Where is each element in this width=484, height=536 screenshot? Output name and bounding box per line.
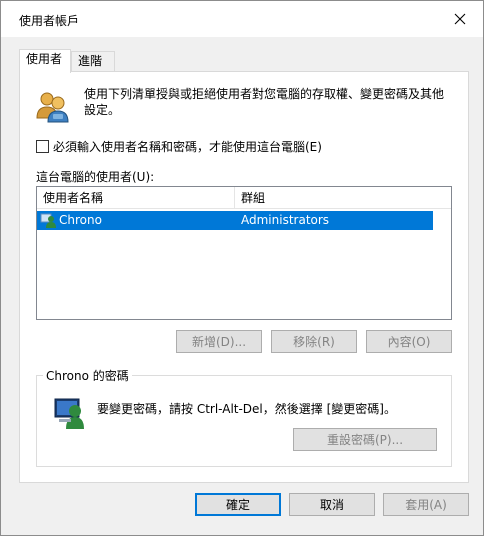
- user-row-name: Chrono: [59, 213, 102, 227]
- user-properties-button[interactable]: 內容(O): [366, 330, 452, 353]
- ok-button[interactable]: 確定: [195, 493, 281, 516]
- require-login-checkbox[interactable]: [36, 140, 49, 153]
- window-title: 使用者帳戶: [19, 14, 80, 28]
- password-group: Chrono 的密碼 要變更密碼，請按 Ctrl-Alt-Del，然後選擇 [變…: [36, 367, 452, 467]
- tab-users[interactable]: 使用者: [19, 49, 71, 73]
- column-header-username[interactable]: 使用者名稱: [37, 187, 235, 209]
- password-instructions: 要變更密碼，請按 Ctrl-Alt-Del，然後選擇 [變更密碼]。: [97, 402, 396, 416]
- user-accounts-window: 使用者帳戶 使用者 進階 使用下列清單授與或拒絕使用者對您電腦的存取權、變更密碼…: [0, 0, 484, 536]
- users-icon: [36, 92, 69, 123]
- apply-button[interactable]: 套用(A): [383, 493, 469, 516]
- password-group-title: Chrono 的密碼: [43, 367, 132, 384]
- require-login-label[interactable]: 必須輸入使用者名稱和密碼，才能使用這台電腦(E): [53, 138, 322, 155]
- user-row[interactable]: Chrono Administrators: [37, 211, 433, 230]
- remove-user-button[interactable]: 移除(R): [271, 330, 357, 353]
- close-button[interactable]: [437, 1, 483, 37]
- users-tab-panel: 使用下列清單授與或拒絕使用者對您電腦的存取權、變更密碼及其他設定。 必須輸入使用…: [19, 71, 469, 483]
- users-list-label: 這台電腦的使用者(U):: [36, 170, 155, 184]
- column-header-group[interactable]: 群組: [235, 187, 451, 209]
- require-login-row[interactable]: 必須輸入使用者名稱和密碼，才能使用這台電腦(E): [36, 138, 322, 155]
- user-row-group: Administrators: [241, 213, 330, 227]
- user-icon: [40, 213, 56, 228]
- users-list-header: 使用者名稱 群組: [37, 187, 451, 209]
- password-icon: [54, 398, 84, 429]
- users-list[interactable]: 使用者名稱 群組 Chrono Administrators: [36, 186, 452, 320]
- tab-advanced[interactable]: 進階: [71, 51, 115, 72]
- add-user-button[interactable]: 新增(D)...: [176, 330, 262, 353]
- reset-password-button[interactable]: 重設密碼(P)...: [293, 428, 437, 451]
- tab-strip: 使用者 進階: [19, 49, 469, 73]
- close-icon: [454, 13, 466, 25]
- title-bar: 使用者帳戶: [1, 1, 483, 37]
- cancel-button[interactable]: 取消: [289, 493, 375, 516]
- info-text: 使用下列清單授與或拒絕使用者對您電腦的存取權、變更密碼及其他設定。: [84, 87, 445, 117]
